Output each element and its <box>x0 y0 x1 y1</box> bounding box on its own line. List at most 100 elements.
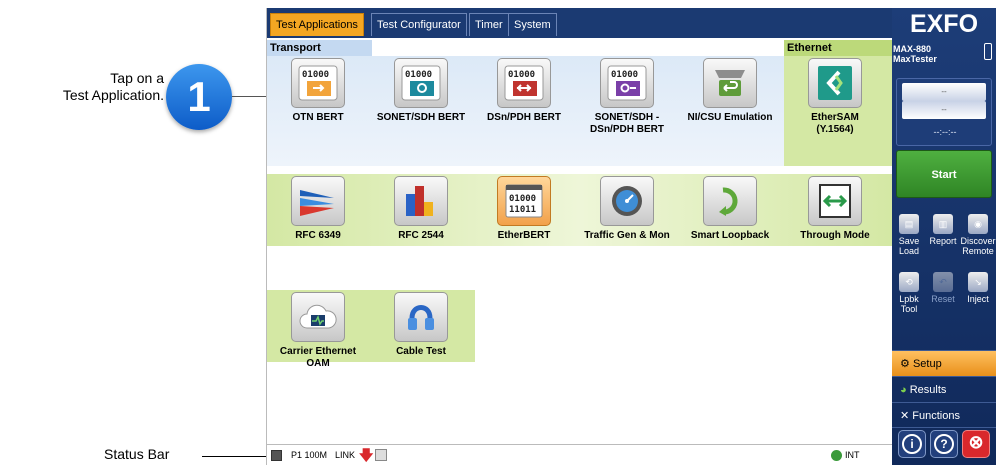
svg-text:01000: 01000 <box>405 70 432 80</box>
transport-section-header: Transport <box>267 40 372 56</box>
tool-label: Discover Remote <box>960 236 996 256</box>
gear-icon: ⚙ <box>900 358 910 370</box>
info-button[interactable]: i <box>898 430 926 458</box>
svg-text:01000: 01000 <box>509 194 536 204</box>
svg-text:11011: 11011 <box>509 205 536 215</box>
cable-test-icon <box>394 292 448 342</box>
app-label: NI/CSU Emulation <box>687 112 773 123</box>
reset-button[interactable]: ↶ Reset <box>927 272 959 304</box>
clock-sync-icon <box>831 450 842 461</box>
app-sonet-sdh-bert[interactable]: 01000 SONET/SDH BERT <box>370 58 472 124</box>
tab-test-applications[interactable]: Test Applications <box>270 13 364 36</box>
through-mode-icon <box>808 176 862 226</box>
tool-label: Report <box>929 236 957 246</box>
close-icon: ⊗ <box>968 432 984 452</box>
clock-status: INT <box>845 450 860 460</box>
status-bar: P1 100M LINK 🡇 INT <box>267 444 892 465</box>
rfc-2544-icon <box>394 176 448 226</box>
results-nav-button[interactable]: ◕ Results <box>892 376 996 402</box>
nav-label: Results <box>909 384 947 396</box>
svg-text:01000: 01000 <box>508 70 535 80</box>
otn-bert-icon: 01000 <box>291 58 345 108</box>
app-carrier-ethernet-oam[interactable]: Carrier Ethernet OAM <box>267 292 369 370</box>
exit-button[interactable]: ⊗ <box>962 430 990 458</box>
app-cable-test[interactable]: Cable Test <box>370 292 472 358</box>
inject-icon: ↘ <box>968 272 988 292</box>
tool-label: Inject <box>967 294 989 304</box>
traffic-gen-mon-icon <box>600 176 654 226</box>
app-label: SONET/SDH BERT <box>376 112 466 123</box>
discover-remote-icon: ◉ <box>968 214 988 234</box>
model-name: MAX-880 <box>893 44 932 54</box>
save-load-icon: ▤ <box>899 214 919 234</box>
app-smart-loopback[interactable]: Smart Loopback <box>679 176 781 242</box>
etherbert-icon: 01000 11011 <box>497 176 551 226</box>
app-label: RFC 2544 <box>398 230 444 241</box>
status-value-2: -- <box>902 101 986 119</box>
app-traffic-gen-mon[interactable]: Traffic Gen & Mon <box>576 176 678 242</box>
elapsed-timer: --:--:-- <box>933 127 957 137</box>
rfc-6349-icon <box>291 176 345 226</box>
app-etherbert[interactable]: 01000 11011 EtherBERT <box>473 176 575 242</box>
tools-icon: ✕ <box>900 410 910 422</box>
help-button[interactable]: ? <box>930 430 958 458</box>
status-bar-leader-line <box>202 456 266 457</box>
loopback-tool-button[interactable]: ⟲ Lpbk Tool <box>894 272 924 314</box>
ethernet-section-header: Ethernet <box>784 40 892 56</box>
device-model: MAX-880 MaxTester <box>893 44 937 64</box>
step-number-badge: 1 <box>166 64 232 130</box>
tab-system[interactable]: System <box>508 13 557 36</box>
app-label: Traffic Gen & Mon <box>584 230 670 241</box>
app-through-mode[interactable]: Through Mode <box>784 176 886 242</box>
app-sonet-dsn-bert[interactable]: 01000 SONET/SDH - DSn/PDH BERT <box>576 58 678 136</box>
app-rfc-6349[interactable]: RFC 6349 <box>267 176 369 242</box>
app-ethersam[interactable]: EtherSAM (Y.1564) <box>784 58 886 136</box>
tool-label: Lpbk Tool <box>899 294 919 314</box>
app-label: Smart Loopback <box>690 230 770 241</box>
app-label: Cable Test <box>396 346 446 357</box>
model-family: MaxTester <box>893 54 937 64</box>
app-label: DSn/PDH BERT <box>487 112 561 123</box>
port-status: P1 100M <box>291 450 328 460</box>
setup-nav-button[interactable]: ⚙ Setup <box>892 350 996 376</box>
ethersam-icon <box>808 58 862 108</box>
info-icon: i <box>902 434 922 454</box>
functions-nav-button[interactable]: ✕ Functions <box>892 402 996 428</box>
app-label: EtherSAM (Y.1564) <box>811 112 859 135</box>
reset-icon: ↶ <box>933 272 953 292</box>
ni-csu-emulation-icon <box>703 58 757 108</box>
app-rfc-2544[interactable]: RFC 2544 <box>370 176 472 242</box>
tool-label: Reset <box>931 294 955 304</box>
app-label: Carrier Ethernet OAM <box>279 346 357 369</box>
tab-timer[interactable]: Timer <box>469 13 509 36</box>
link-status: LINK <box>335 450 356 460</box>
exfo-logo: EXFO <box>909 10 979 38</box>
status-display: -- -- --:--:-- <box>896 78 992 146</box>
tab-bar: Test Applications Test Configurator Time… <box>267 8 892 38</box>
loopback-tool-icon: ⟲ <box>899 272 919 292</box>
status-value-1: -- <box>902 83 986 101</box>
report-button[interactable]: ▥ Report <box>927 214 959 246</box>
app-label: OTN BERT <box>292 112 344 123</box>
carrier-ethernet-oam-icon <box>291 292 345 342</box>
battery-icon <box>984 43 992 60</box>
app-otn-bert[interactable]: 01000 OTN BERT <box>267 58 369 124</box>
app-label: Through Mode <box>800 230 870 241</box>
nav-label: Setup <box>912 358 942 370</box>
callout-line: Tap on a <box>110 70 164 86</box>
app-dsn-pdh-bert[interactable]: 01000 DSn/PDH BERT <box>473 58 575 124</box>
tab-test-configurator[interactable]: Test Configurator <box>371 13 467 36</box>
discover-remote-button[interactable]: ◉ Discover Remote <box>960 214 996 256</box>
start-button[interactable]: Start <box>896 150 992 198</box>
smart-loopback-icon <box>703 176 757 226</box>
nav-label: Functions <box>912 410 960 422</box>
svg-text:01000: 01000 <box>611 70 638 80</box>
app-ni-csu-emulation[interactable]: NI/CSU Emulation <box>679 58 781 124</box>
port-grid-icon <box>271 450 282 461</box>
app-label: EtherBERT <box>497 230 551 241</box>
sonet-dsn-bert-icon: 01000 <box>600 58 654 108</box>
app-label: SONET/SDH - DSn/PDH BERT <box>590 112 664 135</box>
tool-label: Save Load <box>898 236 920 256</box>
inject-button[interactable]: ↘ Inject <box>960 272 996 304</box>
save-load-button[interactable]: ▤ Save Load <box>894 214 924 256</box>
